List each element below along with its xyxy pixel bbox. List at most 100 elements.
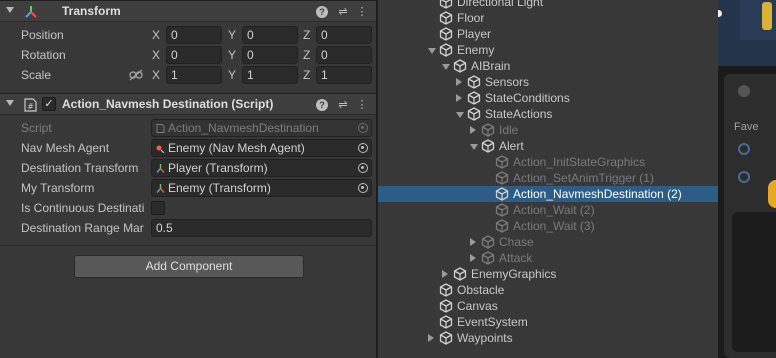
hierarchy-item-label: Waypoints (457, 331, 513, 345)
transform-foldout-arrow[interactable] (6, 7, 14, 13)
hierarchy-item[interactable]: Player (378, 26, 718, 42)
scale-y-field[interactable]: 1 (242, 66, 298, 84)
expand-down-arrow-icon[interactable] (442, 64, 450, 70)
hierarchy-item[interactable]: Chase (378, 234, 718, 250)
transform-icon (25, 6, 37, 18)
hierarchy-item[interactable]: Canvas (378, 298, 718, 314)
collapse-right-arrow-icon[interactable] (470, 254, 476, 262)
hierarchy-item-label: Obstacle (457, 283, 505, 297)
hierarchy-item[interactable]: EnemyGraphics (378, 266, 718, 282)
rotation-z-field[interactable]: 0 (316, 46, 372, 64)
is-continuous-label: Is Continuous Destinati (21, 201, 145, 215)
gameobject-cube-icon (439, 315, 453, 329)
is-continuous-checkbox[interactable] (151, 201, 165, 215)
script-row: Script Action_NavmeshDestination (0, 118, 376, 138)
hierarchy-item[interactable]: Attack (378, 250, 718, 266)
hierarchy-item[interactable]: Enemy (378, 42, 718, 58)
script-foldout-arrow[interactable] (6, 100, 14, 106)
hierarchy-item[interactable]: StateConditions (378, 90, 718, 106)
preset-settings-icon[interactable]: ⇌ (336, 5, 350, 19)
axis-y-label: Y (228, 28, 237, 42)
hierarchy-item[interactable]: AIBrain (378, 58, 718, 74)
axis-x-label: X (152, 68, 161, 82)
constrain-proportions-link-icon[interactable] (129, 69, 143, 81)
hierarchy-item[interactable]: Waypoints (378, 330, 718, 346)
hierarchy-item[interactable]: Obstacle (378, 282, 718, 298)
hierarchy-item[interactable]: Action_NavmeshDestination (2) (378, 186, 718, 202)
script-file-icon: # (24, 98, 37, 112)
hierarchy-item[interactable]: Sensors (378, 74, 718, 90)
object-picker-icon[interactable] (358, 183, 368, 193)
hierarchy-item-label: Directional Light (457, 0, 544, 9)
hierarchy-item[interactable]: Directional Light (378, 0, 718, 10)
hierarchy-item-label: Alert (499, 139, 524, 153)
hierarchy-item[interactable]: Floor (378, 10, 718, 26)
scale-row: Scale X 1 Y 1 Z 1 (0, 65, 376, 85)
my-transform-field[interactable]: Enemy (Transform) (151, 179, 372, 197)
collapse-right-arrow-icon[interactable] (470, 126, 476, 134)
hierarchy-item[interactable]: StateActions (378, 106, 718, 122)
script-component-header[interactable]: # ✓ Action_Navmesh Destination (Script) … (0, 93, 376, 115)
collapse-right-arrow-icon[interactable] (428, 334, 434, 342)
overlay-tool-icon[interactable] (738, 143, 750, 155)
favorites-label: Fave (734, 121, 759, 133)
transform-icon (156, 184, 165, 193)
scene-view-panel[interactable]: Fave (718, 0, 776, 358)
help-icon[interactable]: ? (316, 6, 328, 18)
hierarchy-item[interactable]: Action_Wait (2) (378, 202, 718, 218)
collapse-right-arrow-icon[interactable] (456, 94, 462, 102)
expand-down-arrow-icon[interactable] (470, 144, 478, 150)
script-label: Script (21, 121, 52, 135)
gameobject-cube-icon (481, 123, 495, 137)
destination-range-field[interactable]: 0.5 (151, 219, 372, 237)
hierarchy-item[interactable]: Action_SetAnimTrigger (1) (378, 170, 718, 186)
is-continuous-row: Is Continuous Destinati (0, 198, 376, 218)
rotation-x-field[interactable]: 0 (166, 46, 222, 64)
hierarchy-item[interactable]: Alert (378, 138, 718, 154)
object-picker-icon[interactable] (358, 163, 368, 173)
hierarchy-item-label: Player (457, 27, 492, 41)
transform-header[interactable]: Transform ? ⇌ ⋮ (0, 0, 376, 22)
position-x-field[interactable]: 0 (166, 26, 222, 44)
destination-range-label: Destination Range Mar (21, 221, 144, 235)
position-z-field[interactable]: 0 (316, 26, 372, 44)
hierarchy-item-label: Enemy (457, 43, 495, 57)
hierarchy-item[interactable]: Action_Wait (3) (378, 218, 718, 234)
preset-settings-icon[interactable]: ⇌ (336, 98, 350, 112)
scale-x-field[interactable]: 1 (166, 66, 222, 84)
gameobject-cube-icon (439, 0, 453, 9)
hierarchy-item-label: Action_Wait (2) (513, 203, 595, 217)
collapse-right-arrow-icon[interactable] (456, 78, 462, 86)
add-component-button[interactable]: Add Component (74, 255, 304, 278)
more-options-icon[interactable]: ⋮ (355, 98, 369, 112)
hierarchy-item-label: StateActions (485, 107, 553, 121)
component-enabled-checkbox[interactable]: ✓ (42, 97, 56, 111)
script-file-icon (156, 124, 165, 133)
hierarchy-item-label: EnemyGraphics (471, 267, 557, 281)
overlay-tool-icon[interactable] (738, 171, 750, 183)
hierarchy-item-label: Floor (457, 11, 485, 25)
hierarchy-item[interactable]: Idle (378, 122, 718, 138)
rotation-y-field[interactable]: 0 (242, 46, 298, 64)
hierarchy-item[interactable]: EventSystem (378, 314, 718, 330)
position-y-field[interactable]: 0 (242, 26, 298, 44)
collapse-right-arrow-icon[interactable] (470, 238, 476, 246)
collapse-right-arrow-icon[interactable] (442, 270, 448, 278)
scale-z-field[interactable]: 1 (316, 66, 372, 84)
hierarchy-item[interactable]: Action_InitStateGraphics (378, 154, 718, 170)
gameobject-cube-icon (495, 155, 509, 169)
help-icon[interactable]: ? (316, 99, 328, 111)
destination-transform-field[interactable]: Player (Transform) (151, 159, 372, 177)
object-picker-icon[interactable] (358, 143, 368, 153)
axis-z-label: Z (303, 28, 311, 42)
more-options-icon[interactable]: ⋮ (355, 5, 369, 19)
axis-y-label: Y (228, 68, 237, 82)
hierarchy-item-label: Action_Wait (3) (513, 219, 595, 233)
gameobject-cube-icon (467, 91, 481, 105)
section-divider (0, 245, 376, 246)
destination-transform-row: Destination Transform Player (Transform) (0, 158, 376, 178)
expand-down-arrow-icon[interactable] (456, 112, 464, 118)
hierarchy-item-label: Action_InitStateGraphics (513, 155, 646, 169)
expand-down-arrow-icon[interactable] (428, 48, 436, 54)
nav-mesh-agent-field[interactable]: Enemy (Nav Mesh Agent) (151, 139, 372, 157)
